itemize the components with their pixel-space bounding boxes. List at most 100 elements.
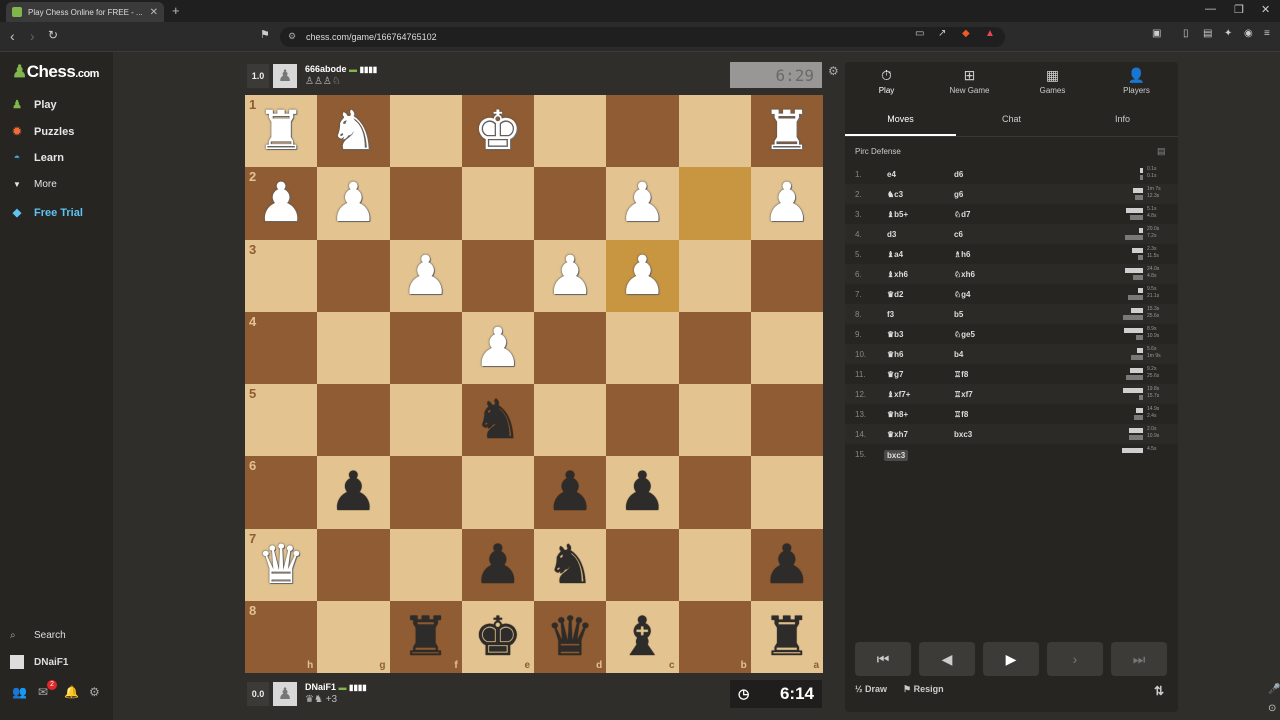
square[interactable]: e ♚ — [461, 600, 534, 673]
bottom-player-avatar[interactable]: ♟ — [273, 682, 297, 706]
white-king-piece[interactable]: ♚ — [474, 104, 522, 158]
square[interactable] — [317, 239, 390, 312]
settings-gear-icon[interactable]: ⚙ — [89, 685, 100, 699]
black-move[interactable]: ♘xh6 — [954, 270, 975, 279]
white-move[interactable]: ♝xf7+ — [887, 390, 910, 399]
square[interactable] — [461, 456, 534, 529]
square[interactable]: ♟ — [317, 456, 390, 529]
white-pawn-piece[interactable]: ♟ — [618, 248, 666, 303]
square[interactable] — [534, 95, 607, 168]
square[interactable] — [461, 239, 534, 312]
white-move[interactable]: ♛b3 — [887, 330, 904, 339]
square[interactable] — [750, 456, 823, 529]
chess-board[interactable]: 1 ♜ ♞ ♚ ♜ 2 ♟ ♟ ♟ ♟ 3 ♟ ♟ ♟ 4 ♟ 5 ♞ 6 ♟ ♟ ♟ 7 ♛ ♟ ♞ ♟ 8 h g f ♜ e ♚ d ♛ c ♝ b a… — [245, 95, 823, 673]
square[interactable]: 7 ♛ — [245, 528, 318, 601]
last-move-button[interactable]: ⏭ — [1111, 642, 1167, 676]
square[interactable] — [606, 95, 679, 168]
site-info-icon[interactable]: ⚙ — [288, 31, 296, 42]
square[interactable] — [317, 384, 390, 457]
menu-icon[interactable]: ≡ — [1264, 28, 1270, 39]
black-king-piece[interactable]: ♚ — [474, 609, 522, 664]
white-move[interactable]: ♛h6 — [887, 350, 904, 359]
square[interactable]: ♟ — [389, 239, 462, 312]
friends-icon[interactable]: 👥 — [12, 685, 27, 699]
sidebar-search[interactable]: ⌕ Search — [10, 630, 66, 641]
white-pawn-piece[interactable]: ♟ — [257, 176, 305, 230]
black-pawn-piece[interactable]: ♟ — [618, 465, 666, 519]
forward-icon[interactable]: › — [30, 28, 35, 44]
black-pawn-piece[interactable]: ♟ — [763, 537, 811, 592]
square[interactable]: ♜ — [750, 95, 823, 168]
white-pawn-piece[interactable]: ♟ — [329, 176, 377, 230]
square[interactable]: 8h — [245, 600, 318, 673]
scroll-icon[interactable]: ⊙ — [1268, 703, 1276, 714]
nav-free-trial[interactable]: ◆ Free Trial — [10, 206, 83, 220]
black-pawn-piece[interactable]: ♟ — [474, 537, 522, 592]
first-move-button[interactable]: ⏮ — [855, 642, 911, 676]
black-rook-piece[interactable]: ♜ — [401, 609, 449, 664]
black-move[interactable]: g6 — [954, 190, 963, 199]
black-move[interactable]: b4 — [954, 350, 963, 359]
square[interactable] — [461, 167, 534, 240]
minimize-icon[interactable]: — — [1205, 3, 1216, 15]
nav-learn[interactable]: ◓ Learn — [10, 152, 64, 164]
white-move[interactable]: ♝xh6 — [887, 270, 908, 279]
url-field[interactable]: ⚙ chess.com/game/166764765102 — [280, 27, 1005, 47]
nav-more[interactable]: ▼ More — [10, 179, 57, 190]
brave-shield-icon[interactable]: ◆ — [962, 28, 970, 39]
black-move[interactable]: d6 — [954, 170, 963, 179]
tab-moves[interactable]: Moves — [845, 106, 956, 136]
chess-logo[interactable]: ♟Chess.com — [12, 62, 99, 82]
white-pawn-piece[interactable]: ♟ — [763, 176, 811, 230]
square[interactable] — [606, 528, 679, 601]
black-move[interactable]: ♘d7 — [954, 210, 971, 219]
white-rook-piece[interactable]: ♜ — [257, 104, 305, 158]
square[interactable] — [534, 311, 607, 384]
bookmark-icon[interactable]: ⚑ — [260, 28, 270, 41]
new-tab-icon[interactable]: + — [172, 3, 180, 18]
top-player-name[interactable]: 666abode ▬ ▮▮▮▮ — [305, 64, 377, 74]
square[interactable]: ♟ — [606, 239, 679, 312]
black-bishop-piece[interactable]: ♝ — [618, 609, 666, 664]
sidebar-user[interactable]: DNaiF1 — [10, 655, 68, 669]
square[interactable] — [678, 384, 751, 457]
black-move[interactable]: bxc3 — [954, 430, 972, 439]
tab-chat[interactable]: Chat — [956, 106, 1067, 136]
square[interactable] — [534, 167, 607, 240]
square[interactable] — [750, 384, 823, 457]
browser-tab[interactable]: Play Chess Online for FREE - ... ✕ — [6, 2, 164, 22]
black-rook-piece[interactable]: ♜ — [763, 609, 811, 664]
black-pawn-piece[interactable]: ♟ — [546, 465, 594, 519]
white-move[interactable]: ♛h8+ — [887, 410, 908, 419]
next-move-button[interactable]: › — [1047, 642, 1103, 676]
square[interactable]: ♟ — [534, 456, 607, 529]
black-move[interactable]: ♖xf7 — [954, 390, 973, 399]
black-move[interactable]: ♖f8 — [954, 410, 968, 419]
white-move[interactable]: ♝a4 — [887, 250, 903, 259]
square[interactable]: ♟ — [461, 311, 534, 384]
square[interactable] — [750, 239, 823, 312]
draw-button[interactable]: ½ Draw — [855, 684, 887, 694]
square[interactable]: ♞ — [317, 95, 390, 168]
white-pawn-piece[interactable]: ♟ — [546, 248, 594, 303]
top-player-avatar[interactable]: ♟ — [273, 64, 297, 88]
square[interactable]: ♟ — [606, 456, 679, 529]
square[interactable] — [678, 95, 751, 168]
close-tab-icon[interactable]: ✕ — [150, 7, 158, 18]
square[interactable] — [678, 311, 751, 384]
square[interactable]: ♞ — [534, 528, 607, 601]
square[interactable]: c ♝ — [606, 600, 679, 673]
tab-new-game[interactable]: ⊞ New Game — [928, 62, 1011, 100]
square[interactable]: 4 — [245, 311, 318, 384]
square[interactable] — [678, 239, 751, 312]
resign-button[interactable]: ⚑ Resign — [903, 684, 944, 695]
square[interactable]: ♟ — [317, 167, 390, 240]
square[interactable]: f ♜ — [389, 600, 462, 673]
maximize-icon[interactable]: ❐ — [1234, 3, 1244, 16]
square[interactable]: ♟ — [606, 167, 679, 240]
white-move[interactable]: ♞c3 — [887, 190, 903, 199]
square[interactable] — [317, 528, 390, 601]
close-window-icon[interactable]: ✕ — [1261, 3, 1270, 16]
tab-search-icon[interactable]: ▣ — [1152, 28, 1161, 39]
square[interactable]: 3 — [245, 239, 318, 312]
